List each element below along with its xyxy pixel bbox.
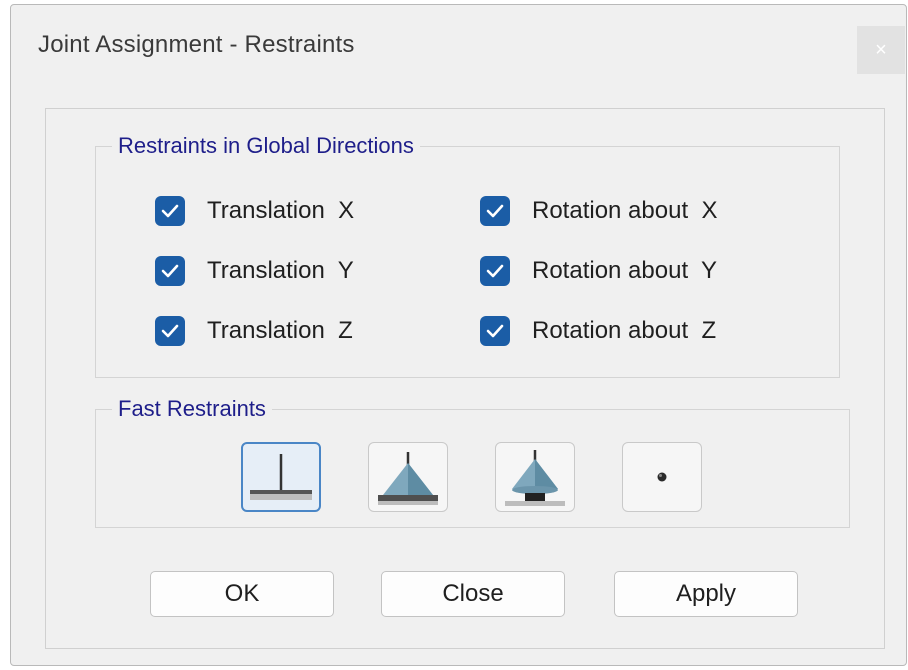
checkbox-checked-icon <box>155 256 185 286</box>
translation-x-checkbox[interactable]: Translation X <box>155 194 354 228</box>
rotation-z-checkbox[interactable]: Rotation about Z <box>480 314 716 348</box>
checkbox-checked-icon <box>480 196 510 226</box>
restraints-group: Restraints in Global Directions Translat… <box>95 133 840 378</box>
checkbox-checked-icon <box>480 316 510 346</box>
roller-support-icon <box>505 450 565 506</box>
checkbox-checked-icon <box>480 256 510 286</box>
checkbox-checked-icon <box>155 316 185 346</box>
fast-restraints-group-legend: Fast Restraints <box>112 396 272 422</box>
title-bar: Joint Assignment - Restraints × <box>11 5 906 91</box>
dialog-title: Joint Assignment - Restraints <box>38 31 355 58</box>
rotation-z-label: Rotation about Z <box>532 317 717 344</box>
translation-z-checkbox[interactable]: Translation Z <box>155 314 353 348</box>
rotation-y-label: Rotation about Y <box>532 257 718 284</box>
translation-y-label: Translation Y <box>207 257 354 284</box>
ok-button[interactable]: OK <box>150 571 334 617</box>
checkbox-checked-icon <box>155 196 185 226</box>
fast-restraint-roller-button[interactable] <box>495 442 575 512</box>
close-button[interactable]: Close <box>381 571 565 617</box>
fast-restraint-pinned-button[interactable] <box>368 442 448 512</box>
restraints-group-legend: Restraints in Global Directions <box>112 133 420 159</box>
close-window-button[interactable]: × <box>857 26 905 74</box>
dialog-client-area: Restraints in Global Directions Translat… <box>45 108 885 649</box>
translation-x-label: Translation X <box>207 197 355 224</box>
translation-z-label: Translation Z <box>207 317 353 344</box>
rotation-x-label: Rotation about X <box>532 197 718 224</box>
fast-restraint-free-button[interactable] <box>622 442 702 512</box>
rotation-y-checkbox[interactable]: Rotation about Y <box>480 254 717 288</box>
fast-restraint-fixed-button[interactable] <box>241 442 321 512</box>
fast-restraints-group: Fast Restraints <box>95 396 850 528</box>
free-joint-icon <box>657 472 667 482</box>
rotation-x-checkbox[interactable]: Rotation about X <box>480 194 717 228</box>
joint-restraints-dialog: Joint Assignment - Restraints × Restrain… <box>10 4 907 666</box>
fixed-support-icon <box>250 454 312 500</box>
translation-y-checkbox[interactable]: Translation Y <box>155 254 354 288</box>
apply-button[interactable]: Apply <box>614 571 798 617</box>
pinned-support-icon <box>378 452 438 505</box>
